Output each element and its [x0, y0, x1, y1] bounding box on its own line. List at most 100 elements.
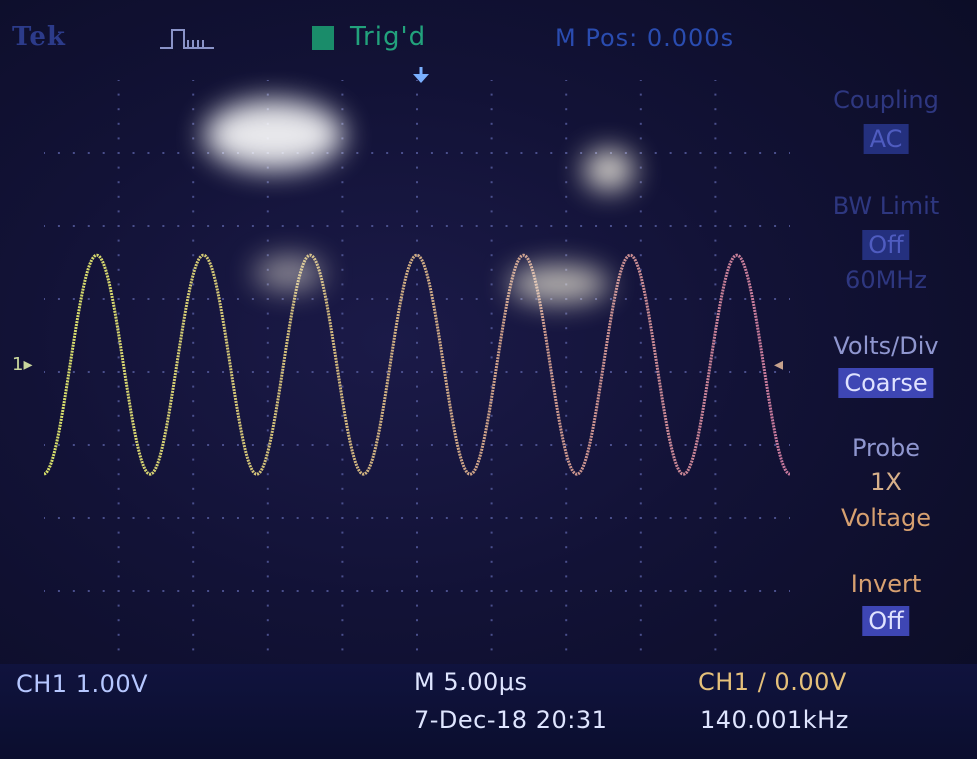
grid-dot [714, 93, 717, 96]
coupling-button[interactable]: AC [863, 124, 909, 154]
grid-dot [416, 575, 418, 578]
grid-dot [609, 590, 612, 592]
grid-dot [535, 444, 538, 446]
grid-dot [580, 152, 583, 154]
grid-dot [565, 604, 568, 607]
grid-dot [341, 122, 344, 125]
grid-dot [386, 444, 389, 446]
grid-dot [416, 298, 418, 300]
grid-dot [416, 560, 418, 563]
grid-dot [490, 531, 493, 534]
grid-dot [639, 225, 642, 227]
grid-dot [789, 371, 790, 373]
grid-dot [565, 517, 568, 519]
grid-dot [296, 298, 299, 300]
grid-dot [714, 108, 717, 111]
grid-dot [401, 444, 404, 446]
grid-dot [341, 502, 344, 505]
bw-limit-button[interactable]: Off [862, 230, 910, 260]
ch1-ground-marker: 1▸ [12, 354, 33, 375]
grid-dot [714, 546, 717, 549]
grid-dot [117, 268, 120, 271]
grid-dot [624, 298, 627, 300]
grid-dot [639, 400, 642, 403]
grid-dot [341, 152, 344, 154]
grid-dot [699, 152, 702, 154]
grid-dot [639, 560, 642, 563]
grid-dot [386, 298, 389, 300]
grid-dot [565, 93, 568, 96]
grid-dot [714, 619, 717, 622]
grid-dot [416, 473, 418, 476]
grid-dot [401, 371, 404, 373]
grid-dot [386, 225, 389, 227]
grid-dot [341, 108, 344, 111]
grid-dot [430, 590, 433, 592]
grid-dot [192, 560, 195, 563]
grid-dot [624, 590, 627, 592]
grid-dot [102, 517, 105, 519]
grid-dot [341, 195, 344, 198]
grid-dot [490, 195, 493, 198]
grid-dot [266, 356, 269, 359]
grid-dot [639, 648, 642, 651]
grid-dot [401, 225, 404, 227]
grid-dot [729, 298, 732, 300]
grid-dot [639, 531, 642, 534]
volts-div-button[interactable]: Coarse [838, 368, 934, 398]
grid-dot [162, 517, 165, 519]
grid-dot [87, 590, 90, 592]
grid-dot [565, 429, 568, 432]
grid-dot [341, 298, 344, 300]
grid-dot [490, 590, 493, 592]
grid-dot [266, 298, 269, 300]
grid-dot [266, 239, 269, 242]
probe-value[interactable]: 1X [806, 468, 966, 496]
grid-dot [281, 590, 284, 592]
grid-dot [341, 531, 344, 534]
grid-dot [192, 444, 195, 446]
grid-dot [759, 152, 762, 154]
grid-dot [639, 166, 642, 169]
grid-dot [520, 444, 523, 446]
grid-dot [401, 517, 404, 519]
grid-dot [147, 371, 150, 373]
grid-dot [356, 371, 359, 373]
grid-dot [684, 371, 687, 373]
invert-button[interactable]: Off [862, 606, 910, 636]
grid-dot [565, 502, 568, 505]
grid-dot [87, 517, 90, 519]
grid-dot [490, 560, 493, 563]
grid-dot [192, 327, 195, 330]
grid-dot [192, 429, 195, 432]
grid-dot [416, 327, 418, 330]
grid-dot [490, 356, 493, 359]
grid-dot [192, 341, 195, 344]
grid-dot [744, 517, 747, 519]
grid-dot [639, 633, 642, 636]
grid-dot [416, 546, 418, 549]
grid-dot [132, 590, 135, 592]
grid-dot [117, 575, 120, 578]
brand-logo: Tek [12, 22, 66, 52]
grid-dot [266, 254, 269, 257]
grid-dot [490, 210, 493, 213]
grid-dot [550, 590, 553, 592]
grid-dot [266, 502, 269, 505]
grid-dot [117, 152, 120, 154]
grid-dot [789, 298, 790, 300]
grid-dot [490, 268, 493, 271]
grid-dot [490, 341, 493, 344]
grid-dot [505, 371, 508, 373]
grid-dot [416, 166, 418, 169]
grid-dot [535, 225, 538, 227]
grid-dot [624, 444, 627, 446]
grid-dot [341, 575, 344, 578]
bw-limit-frequency: 60MHz [845, 266, 927, 294]
grid-dot [416, 210, 418, 213]
grid-dot [744, 371, 747, 373]
grid-dot [460, 298, 463, 300]
grid-dot [565, 80, 568, 81]
grid-dot [490, 312, 493, 315]
graticule [44, 80, 790, 651]
